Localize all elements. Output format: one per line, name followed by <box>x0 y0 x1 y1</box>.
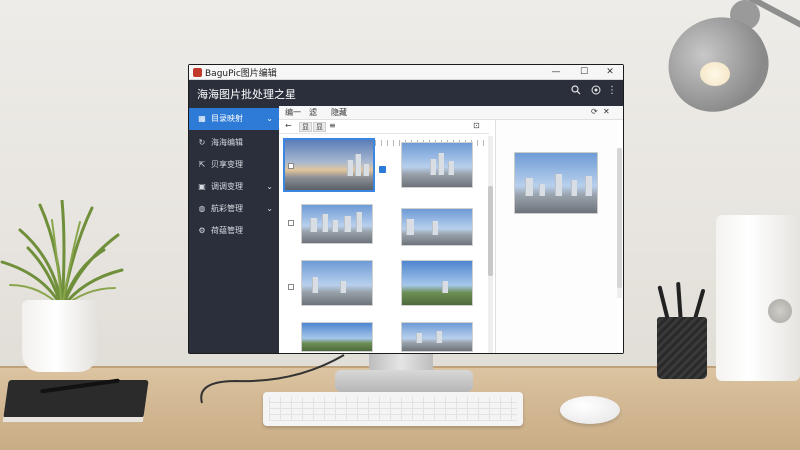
mouse <box>560 396 620 424</box>
preview-pane <box>495 120 622 353</box>
row-checkbox[interactable] <box>288 284 294 290</box>
window-title: BaguPic图片编辑 <box>205 69 277 79</box>
thumbnail[interactable] <box>401 208 473 246</box>
tab-edit[interactable]: 编一 <box>285 107 301 118</box>
sidebar-item-label: 航彩管理 <box>211 204 243 213</box>
palette-icon: ◍ <box>198 204 206 213</box>
lamp-bulb <box>700 62 730 86</box>
chevron-down-icon: ⌄ <box>266 114 273 123</box>
pencil-cup <box>657 317 707 379</box>
row-checkbox[interactable] <box>288 163 294 169</box>
sidebar-item-label: 调调变理 <box>211 182 243 191</box>
panel-close-icon[interactable]: ✕ <box>603 107 610 116</box>
sidebar-item-label: 荷蕴管理 <box>211 226 243 235</box>
chevron-down-icon: ⌄ <box>266 204 273 213</box>
list-icon[interactable]: ≡ <box>329 121 336 130</box>
sidebar-item-settings[interactable]: ⚙ 荷蕴管理 <box>189 220 279 242</box>
thumbnail[interactable] <box>401 142 473 188</box>
sidebar-item-adjust[interactable]: ▣ 调调变理 ⌄ <box>189 176 279 198</box>
refresh-icon: ↻ <box>198 138 206 147</box>
thumbnail-grid <box>279 136 491 353</box>
close-button[interactable]: ✕ <box>599 65 621 80</box>
tab-hidden[interactable]: 隐藏 <box>331 107 347 118</box>
sidebar-item-share[interactable]: ⇱ 贝享变理 <box>189 154 279 176</box>
preview-image <box>514 152 598 214</box>
thumbnail[interactable] <box>401 322 473 352</box>
thumbnail[interactable] <box>301 260 373 306</box>
monitor: BaguPic图片编辑 — ☐ ✕ 海海图片批处理之星 ⋮ ▦ 目录映射 ⌄ ↻… <box>188 64 624 354</box>
sidebar-item-label: 贝享变理 <box>211 160 243 169</box>
tab-filter[interactable]: 滤 <box>309 107 317 118</box>
minimize-button[interactable]: — <box>545 65 567 80</box>
thumbnail[interactable] <box>401 260 473 306</box>
app-title: 海海图片批处理之星 <box>197 88 296 101</box>
preview-scrollbar[interactable] <box>617 148 622 298</box>
plant-pot <box>22 300 97 372</box>
speaker <box>716 215 800 381</box>
view-button-1[interactable]: 显 <box>299 122 312 132</box>
camera-icon[interactable] <box>589 85 603 98</box>
grid-icon: ▦ <box>198 114 206 123</box>
chevron-down-icon: ⌄ <box>266 182 273 191</box>
monitor-stand-base <box>335 370 473 392</box>
book-icon: ▣ <box>198 182 206 191</box>
frame-icon[interactable]: ⊡ <box>473 121 480 130</box>
app-header: 海海图片批处理之星 ⋮ <box>189 80 623 106</box>
tab-bar: 编一 滤 隐藏 ⟳ ✕ <box>279 106 623 120</box>
sidebar: ▦ 目录映射 ⌄ ↻ 海海编辑 ⇱ 贝享变理 ▣ 调调变理 ⌄ ◍ 航彩管理 ⌄ <box>189 106 279 353</box>
thumbnail[interactable] <box>283 138 375 192</box>
panel-refresh-icon[interactable]: ⟳ <box>591 107 598 116</box>
selection-marker[interactable] <box>379 166 386 173</box>
sidebar-item-edit[interactable]: ↻ 海海编辑 <box>189 132 279 154</box>
plant <box>0 200 124 310</box>
screen: BaguPic图片编辑 — ☐ ✕ 海海图片批处理之星 ⋮ ▦ 目录映射 ⌄ ↻… <box>189 65 623 353</box>
sidebar-item-directory[interactable]: ▦ 目录映射 ⌄ <box>189 108 279 130</box>
keyboard <box>263 392 523 426</box>
row-checkbox[interactable] <box>288 220 294 226</box>
sidebar-item-label: 海海编辑 <box>211 138 243 147</box>
app-logo-icon <box>193 68 202 77</box>
thumbnail[interactable] <box>301 322 373 352</box>
back-button[interactable]: ← <box>285 121 292 130</box>
search-icon[interactable] <box>569 85 583 98</box>
main-area: 编一 滤 隐藏 ⟳ ✕ ← 显 显 ≡ ⊡ <box>279 106 623 353</box>
sidebar-item-color[interactable]: ◍ 航彩管理 ⌄ <box>189 198 279 220</box>
maximize-button[interactable]: ☐ <box>573 65 595 80</box>
thumbnail[interactable] <box>301 204 373 244</box>
window-titlebar: BaguPic图片编辑 — ☐ ✕ <box>189 65 623 80</box>
view-button-2[interactable]: 显 <box>313 122 326 132</box>
gear-icon: ⚙ <box>198 226 206 235</box>
share-icon: ⇱ <box>198 160 206 169</box>
more-vertical-icon[interactable]: ⋮ <box>605 85 619 96</box>
sidebar-item-label: 目录映射 <box>211 114 243 123</box>
grid-scrollbar[interactable] <box>488 136 493 353</box>
toolbar: ← 显 显 ≡ ⊡ <box>279 120 489 146</box>
